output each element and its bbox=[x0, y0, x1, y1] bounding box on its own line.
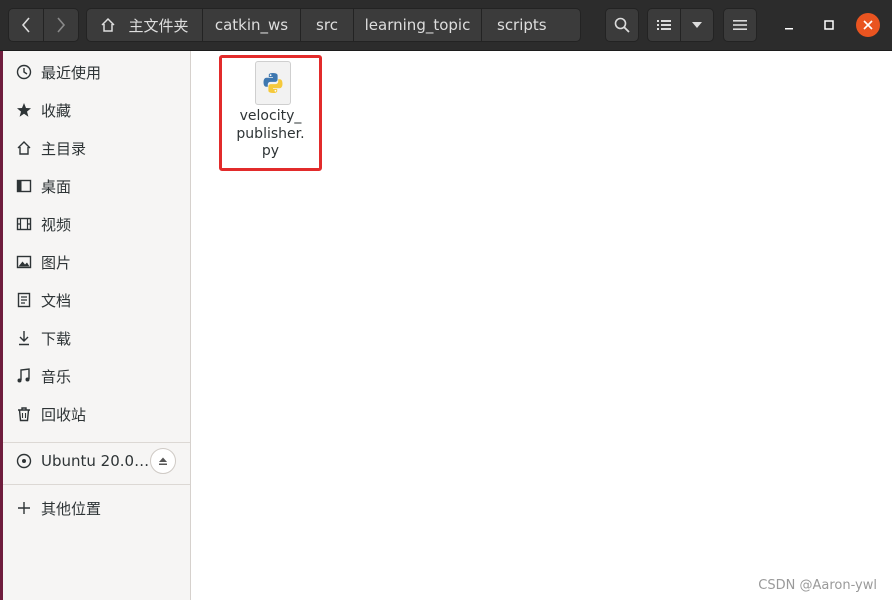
download-icon bbox=[15, 329, 33, 347]
breadcrumb: 主文件夹 catkin_ws src learning_topic script… bbox=[86, 8, 581, 42]
search-icon bbox=[614, 17, 630, 33]
file-name: velocity_ publisher. py bbox=[236, 108, 305, 159]
hamburger-icon bbox=[733, 20, 747, 30]
sidebar-item-label: 桌面 bbox=[41, 177, 72, 196]
sidebar-item-other-locations[interactable]: 其他位置 bbox=[3, 490, 190, 526]
menu-button[interactable] bbox=[723, 8, 757, 42]
search-button[interactable] bbox=[605, 8, 639, 42]
chevron-left-icon bbox=[21, 17, 30, 33]
sidebar-item-label: 其他位置 bbox=[41, 499, 102, 518]
document-icon bbox=[15, 291, 33, 309]
sidebar-item-label: 收藏 bbox=[41, 101, 72, 120]
file-view: velocity_ publisher. py CSDN @Aaron-ywl bbox=[191, 51, 892, 600]
watermark: CSDN @Aaron-ywl bbox=[758, 578, 877, 593]
breadcrumb-label: scripts bbox=[497, 16, 547, 34]
sidebar-separator bbox=[3, 484, 190, 485]
sidebar-item-label: 回收站 bbox=[41, 405, 87, 424]
disc-icon bbox=[15, 452, 33, 470]
forward-button[interactable] bbox=[43, 8, 79, 42]
close-button[interactable] bbox=[856, 13, 880, 37]
python-icon bbox=[255, 61, 291, 105]
sidebar-item-trash[interactable]: 回收站 bbox=[3, 396, 190, 432]
breadcrumb-home[interactable]: 主文件夹 bbox=[86, 8, 202, 42]
sidebar-item-label: 文档 bbox=[41, 291, 72, 310]
minimize-icon bbox=[785, 28, 793, 30]
breadcrumb-src[interactable]: src bbox=[300, 8, 353, 42]
sidebar-item-desktop[interactable]: 桌面 bbox=[3, 168, 190, 204]
sidebar-item-downloads[interactable]: 下载 bbox=[3, 320, 190, 356]
caret-down-icon bbox=[692, 22, 702, 28]
minimize-button[interactable] bbox=[774, 10, 804, 40]
maximize-button[interactable] bbox=[814, 10, 844, 40]
sidebar-item-label: Ubuntu 20.0… bbox=[41, 452, 150, 470]
sidebar-item-recent[interactable]: 最近使用 bbox=[3, 54, 190, 90]
sidebar-item-label: 最近使用 bbox=[41, 63, 102, 82]
sidebar: 最近使用 收藏 主目录 桌面 视频 图片 文档 下载 音乐 回收站 Ubuntu… bbox=[3, 51, 191, 600]
home-icon bbox=[101, 17, 116, 32]
list-view-icon bbox=[657, 20, 671, 30]
sidebar-item-label: 主目录 bbox=[41, 139, 87, 158]
trash-icon bbox=[15, 405, 33, 423]
breadcrumb-label: 主文件夹 bbox=[128, 16, 189, 35]
image-icon bbox=[15, 253, 33, 271]
back-button[interactable] bbox=[8, 8, 44, 42]
video-icon bbox=[15, 215, 33, 233]
sidebar-item-label: 下载 bbox=[41, 329, 72, 348]
breadcrumb-scripts[interactable]: scripts bbox=[481, 8, 581, 42]
sidebar-item-home[interactable]: 主目录 bbox=[3, 130, 190, 166]
home-icon bbox=[15, 139, 33, 157]
sidebar-item-ubuntu-volume[interactable]: Ubuntu 20.0… bbox=[3, 443, 190, 479]
sidebar-item-pictures[interactable]: 图片 bbox=[3, 244, 190, 280]
desktop-icon bbox=[15, 177, 33, 195]
sidebar-item-label: 图片 bbox=[41, 253, 72, 272]
breadcrumb-label: catkin_ws bbox=[214, 16, 289, 34]
maximize-icon bbox=[824, 20, 834, 30]
chevron-right-icon bbox=[57, 17, 66, 33]
sidebar-item-starred[interactable]: 收藏 bbox=[3, 92, 190, 128]
eject-icon bbox=[159, 457, 167, 465]
list-view-button[interactable] bbox=[647, 8, 681, 42]
sidebar-item-documents[interactable]: 文档 bbox=[3, 282, 190, 318]
breadcrumb-label: src bbox=[316, 16, 338, 34]
view-options-button[interactable] bbox=[680, 8, 714, 42]
music-icon bbox=[15, 367, 33, 385]
close-icon bbox=[863, 20, 873, 30]
breadcrumb-catkin-ws[interactable]: catkin_ws bbox=[202, 8, 300, 42]
sidebar-item-music[interactable]: 音乐 bbox=[3, 358, 190, 394]
header-bar: 主文件夹 catkin_ws src learning_topic script… bbox=[0, 0, 892, 51]
sidebar-item-label: 视频 bbox=[41, 215, 72, 234]
clock-icon bbox=[15, 63, 33, 81]
sidebar-item-videos[interactable]: 视频 bbox=[3, 206, 190, 242]
eject-button[interactable] bbox=[150, 448, 176, 474]
plus-icon bbox=[15, 499, 33, 517]
file-item-velocity-publisher[interactable]: velocity_ publisher. py bbox=[219, 55, 322, 171]
breadcrumb-learning-topic[interactable]: learning_topic bbox=[353, 8, 481, 42]
sidebar-item-label: 音乐 bbox=[41, 367, 72, 386]
star-icon bbox=[15, 101, 33, 119]
breadcrumb-label: learning_topic bbox=[364, 16, 471, 34]
